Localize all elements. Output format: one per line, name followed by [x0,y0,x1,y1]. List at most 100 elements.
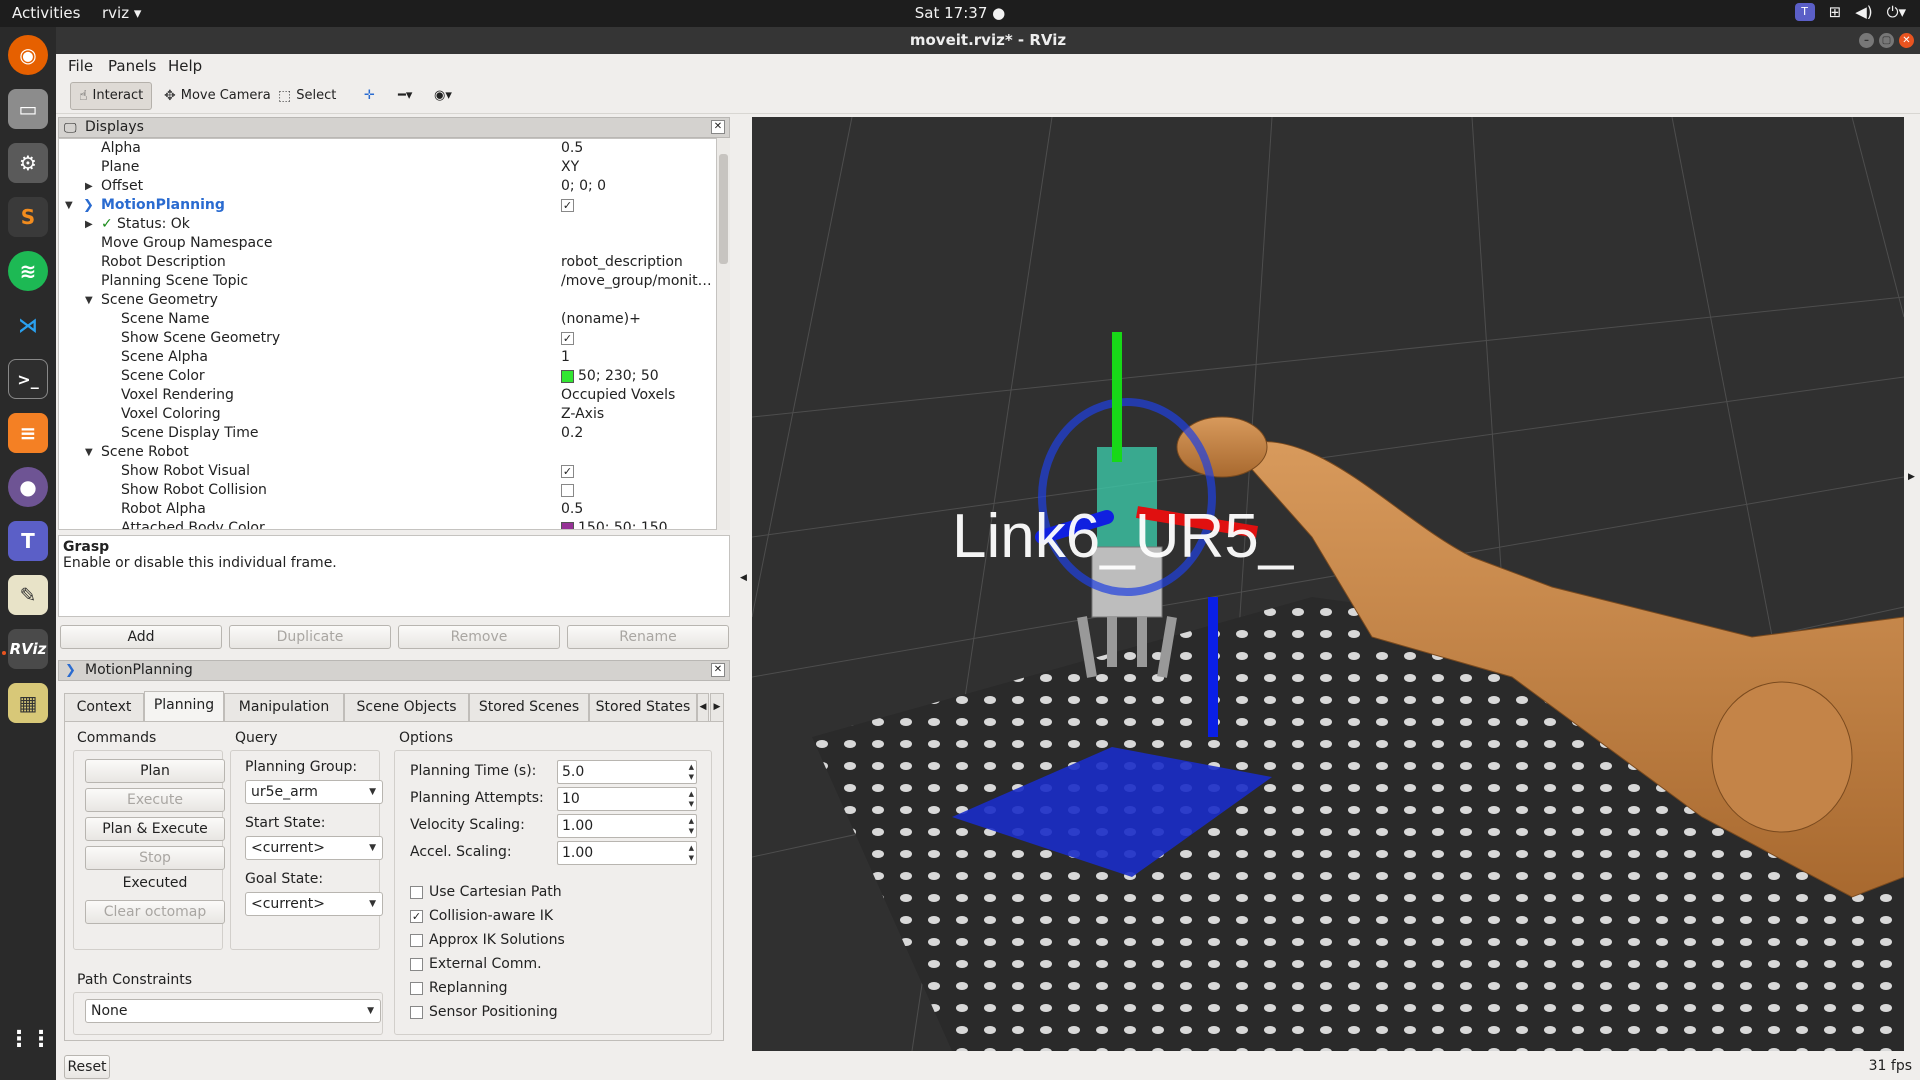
collapse-left-icon[interactable]: ◀ [740,573,747,583]
show-scene-geometry-checkbox[interactable]: ✓ [561,331,574,345]
row-value[interactable]: ✓ [561,462,574,481]
tree-row[interactable]: Scene Display Time 0.2 [59,424,714,443]
maximize-button[interactable]: ▢ [1879,33,1894,48]
approx-ik-option[interactable]: Approx IK Solutions [410,932,565,948]
3d-viewport[interactable]: Link6_UR5_ [752,117,1904,1051]
tab-planning[interactable]: Planning [144,691,224,721]
tree-scrollbar[interactable] [716,138,730,530]
right-splitter[interactable]: ▶ [1904,117,1920,1051]
velocity-scaling-input[interactable]: 1.00 ▲ ▼ [557,814,697,838]
remove-display-button[interactable]: Remove [398,625,560,649]
approx-ik-checkbox[interactable] [410,933,423,947]
tree-row-motionplanning[interactable]: ▼ ❯ MotionPlanning ✓ [59,196,714,215]
tab-scroll-right[interactable]: ▶ [710,693,724,721]
panel-splitter[interactable]: ◀ [736,118,752,1053]
expand-arrow-icon[interactable]: ▶ [85,177,93,196]
text-editor-icon[interactable]: ✎ [8,575,48,615]
scrollbar-thumb[interactable] [719,154,728,264]
duplicate-display-button[interactable]: Duplicate [229,625,391,649]
add-tool-button[interactable]: ✛ [356,82,383,110]
row-value[interactable]: /move_group/monit… [561,272,712,291]
minimize-button[interactable]: – [1859,33,1874,48]
external-comm-checkbox[interactable] [410,957,423,971]
tree-row[interactable]: Planning Scene Topic/move_group/monit… [59,272,714,291]
rviz-icon[interactable]: RViz [8,629,48,669]
replanning-option[interactable]: Replanning [410,980,507,996]
collapse-arrow-icon[interactable]: ▼ [85,443,93,462]
tree-row[interactable]: Attached Body Color 150; 50; 150 [59,519,714,529]
sensor-positioning-checkbox[interactable] [410,1005,423,1019]
tree-row[interactable]: Show Robot Visual ✓ [59,462,714,481]
menu-file[interactable]: File [68,57,93,75]
attached-color-swatch[interactable] [561,521,574,529]
row-value[interactable]: 150; 50; 150 [561,519,668,529]
y-axis-arrow[interactable] [1112,332,1122,462]
tree-row[interactable]: ▶ ✓ Status: Ok [59,215,714,234]
accel-scaling-input[interactable]: 1.00 ▲ ▼ [557,841,697,865]
terminal-icon[interactable]: >_ [8,359,48,399]
menu-panels[interactable]: Panels [108,57,156,75]
vscode-icon[interactable]: ⋊ [8,305,48,345]
tree-row[interactable]: Scene Alpha 1 [59,348,714,367]
tree-row[interactable]: Voxel Rendering Occupied Voxels [59,386,714,405]
planning-attempts-input[interactable]: 10 ▲ ▼ [557,787,697,811]
volume-icon[interactable]: ◀) [1855,3,1872,21]
view-tool-button[interactable]: ◉▾ [426,82,460,110]
menu-help[interactable]: Help [168,57,202,75]
tree-row[interactable]: Scene Color 50; 230; 50 [59,367,714,386]
planning-group-select[interactable]: ur5e_arm ▼ [245,780,383,804]
row-value[interactable]: 0.5 [561,500,583,519]
stack-icon[interactable]: ≡ [8,413,48,453]
row-value[interactable]: 50; 230; 50 [561,367,659,386]
sublime-icon[interactable]: S [8,197,48,237]
settings-icon[interactable]: ⚙ [8,143,48,183]
start-state-select[interactable]: <current> ▼ [245,836,383,860]
image-viewer-icon[interactable]: ▦ [8,683,48,723]
teams-tray-icon[interactable]: T [1794,3,1815,21]
collision-aware-ik-option[interactable]: ✓ Collision-aware IK [410,908,553,924]
row-value[interactable]: 0; 0; 0 [561,177,606,196]
row-value[interactable]: 1 [561,348,570,367]
row-value[interactable]: Occupied Voxels [561,386,675,405]
collision-aware-ik-checkbox[interactable]: ✓ [410,909,423,923]
close-button[interactable]: ✕ [1899,33,1914,48]
row-value[interactable] [561,481,574,500]
rename-display-button[interactable]: Rename [567,625,729,649]
tree-row[interactable]: ▼ Scene Geometry [59,291,714,310]
tree-row[interactable]: Voxel Coloring Z-Axis [59,405,714,424]
row-value[interactable]: robot_description [561,253,683,272]
system-tray[interactable]: T ⊞ ◀) ⏻▾ [1794,3,1906,21]
stop-button[interactable]: Stop [85,846,225,870]
collapse-right-icon[interactable]: ▶ [1908,472,1915,482]
spin-arrows-icon[interactable]: ▲ ▼ [689,843,694,863]
tab-scene-objects[interactable]: Scene Objects [344,693,469,721]
use-cartesian-path-checkbox[interactable] [410,885,423,899]
tree-row[interactable]: Alpha 0.5 [59,139,714,158]
tab-stored-states[interactable]: Stored States [589,693,697,721]
displays-close-button[interactable]: ✕ [711,120,725,134]
spin-arrows-icon[interactable]: ▲ ▼ [689,789,694,809]
tree-row[interactable]: Plane XY [59,158,714,177]
clock[interactable]: Sat 17:37 ● [0,4,1920,22]
plan-execute-button[interactable]: Plan & Execute [85,817,225,841]
collapse-arrow-icon[interactable]: ▼ [65,196,73,215]
spin-arrows-icon[interactable]: ▲ ▼ [689,762,694,782]
tab-stored-scenes[interactable]: Stored Scenes [469,693,589,721]
row-value[interactable]: XY [561,158,579,177]
app-grid-icon[interactable]: ⋮⋮ [8,1020,52,1060]
tab-context[interactable]: Context [64,693,144,721]
firefox-icon[interactable]: ◉ [8,35,48,75]
row-value[interactable]: ✓ [561,196,574,215]
row-value[interactable]: (noname)+ [561,310,641,329]
tab-manipulation[interactable]: Manipulation [224,693,344,721]
teams-icon[interactable]: T [8,521,48,561]
tree-row[interactable]: Robot Alpha 0.5 [59,500,714,519]
sensor-positioning-option[interactable]: Sensor Positioning [410,1004,558,1020]
enabled-checkbox[interactable]: ✓ [561,198,574,212]
collapse-arrow-icon[interactable]: ▼ [85,291,93,310]
github-icon[interactable]: ● [8,467,48,507]
scene-color-swatch[interactable] [561,369,574,383]
clear-octomap-button[interactable]: Clear octomap [85,900,225,924]
power-icon[interactable]: ⏻▾ [1887,3,1906,21]
row-value[interactable]: Z-Axis [561,405,604,424]
